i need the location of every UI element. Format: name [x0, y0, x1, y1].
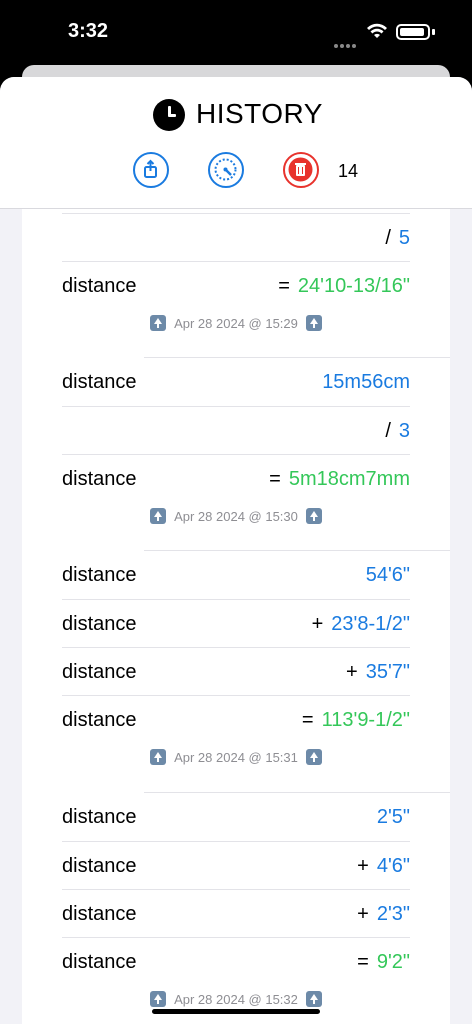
row-value-wrap: +35'7"	[346, 661, 410, 684]
history-count: 14	[338, 161, 359, 181]
row-value-wrap: = 5m18cm7mm	[269, 468, 410, 491]
row-value-wrap: +23'8-1/2"	[312, 613, 410, 636]
arrow-up-icon[interactable]	[150, 749, 167, 765]
row-label: distance	[62, 709, 137, 731]
list-item[interactable]: distance 2'5"	[62, 793, 410, 841]
list-item[interactable]: distance 54'6"	[62, 551, 410, 599]
page-title: HISTORY	[196, 98, 323, 129]
list-item[interactable]: distance +2'3"	[62, 889, 410, 937]
row-result: 113'9-1/2"	[321, 709, 410, 731]
row-value: 4'6"	[376, 855, 410, 877]
row-value: 35'7"	[365, 661, 410, 683]
row-label: distance	[62, 661, 137, 683]
history-header: HISTORY 14	[0, 77, 472, 209]
share-button[interactable]	[133, 152, 169, 188]
operator: +	[357, 855, 369, 877]
arrow-up-icon[interactable]	[305, 749, 322, 765]
delete-button[interactable]	[283, 152, 319, 188]
timestamp: Apr 28 2024 @ 15:29	[174, 315, 298, 331]
row-result: 9'2"	[376, 951, 410, 973]
gauge-icon	[214, 158, 237, 181]
row-value: 2'5"	[376, 806, 410, 828]
operator: +	[311, 613, 324, 635]
timestamp: Apr 28 2024 @ 15:30	[174, 508, 298, 524]
status-time: 3:32	[68, 20, 109, 42]
row-label: distance	[62, 903, 137, 925]
row-label: distance	[62, 855, 137, 877]
row-label: distance	[62, 275, 137, 297]
history-sheet: HISTORY 14 / 5 distance = 24'10-13/16" A…	[0, 77, 472, 1024]
row-value-wrap: /3	[385, 420, 410, 443]
row-label: distance	[62, 613, 137, 635]
operator: /	[385, 227, 391, 249]
list-item[interactable]: distance 15m56cm	[62, 358, 410, 406]
operator: =	[301, 709, 314, 731]
arrow-up-icon[interactable]	[150, 991, 167, 1007]
trash-icon	[288, 157, 313, 182]
row-label: distance	[62, 468, 137, 490]
row-value: 15m56cm	[322, 371, 410, 393]
list-item[interactable]: distance +4'6"	[62, 841, 410, 889]
row-label: distance	[62, 371, 137, 393]
list-item[interactable]: distance = 113'9-1/2"	[62, 695, 410, 743]
list-item[interactable]: distance = 24'10-13/16"	[62, 261, 410, 309]
operator: +	[357, 903, 369, 925]
list-item[interactable]: distance +35'7"	[62, 647, 410, 695]
list-item[interactable]: distance = 9'2"	[62, 937, 410, 985]
operator: =	[269, 468, 281, 490]
operator: +	[346, 661, 358, 683]
row-result: 5m18cm7mm	[288, 468, 410, 490]
row-value-wrap: = 24'10-13/16"	[278, 275, 410, 298]
row-value: 2'3"	[376, 903, 410, 925]
list-item[interactable]: /3	[62, 406, 410, 454]
operator: =	[357, 951, 369, 973]
timestamp: Apr 28 2024 @ 15:32	[174, 991, 298, 1007]
row-value-wrap: 54'6"	[366, 564, 410, 587]
row-value: 23'8-1/2"	[331, 613, 410, 635]
row-label: distance	[62, 806, 137, 828]
list-item[interactable]: /5	[62, 213, 410, 261]
list-item[interactable]: distance +23'8-1/2"	[62, 599, 410, 647]
row-value: 54'6"	[365, 564, 410, 586]
row-value-wrap: +2'3"	[357, 903, 410, 926]
arrow-up-icon[interactable]	[305, 508, 322, 524]
timestamp: Apr 28 2024 @ 15:31	[174, 749, 298, 765]
timestamp-row: Apr 28 2024 @ 15:31	[22, 749, 450, 779]
row-label: distance	[62, 951, 137, 973]
arrow-up-icon[interactable]	[150, 508, 167, 524]
row-value-wrap: +4'6"	[357, 855, 410, 878]
row-label: distance	[62, 564, 137, 586]
arrow-up-icon[interactable]	[150, 315, 167, 331]
wifi-icon	[367, 23, 387, 38]
timestamp-row: Apr 28 2024 @ 15:29	[22, 315, 450, 345]
arrow-up-icon[interactable]	[305, 991, 322, 1007]
row-value-wrap: = 113'9-1/2"	[302, 709, 410, 732]
row-value: 3	[398, 420, 410, 442]
row-value-wrap: /5	[385, 227, 410, 250]
battery-icon	[396, 24, 430, 40]
clock-icon	[153, 99, 185, 131]
timestamp-row: Apr 28 2024 @ 15:32	[22, 991, 450, 1021]
row-value-wrap: 15m56cm	[322, 371, 410, 394]
history-list[interactable]: /5 distance = 24'10-13/16" Apr 28 2024 @ …	[22, 209, 450, 1024]
status-bar: 3:32	[0, 0, 472, 70]
row-result: 24'10-13/16"	[297, 275, 410, 297]
share-icon	[144, 159, 157, 178]
gauge-button[interactable]	[208, 152, 244, 188]
operator: /	[385, 420, 391, 442]
battery-tip	[432, 29, 435, 35]
arrow-up-icon[interactable]	[305, 315, 322, 331]
row-value: 5	[398, 227, 410, 249]
row-value-wrap: 2'5"	[377, 806, 410, 829]
home-indicator[interactable]	[152, 1009, 320, 1014]
timestamp-row: Apr 28 2024 @ 15:30	[22, 508, 450, 538]
operator: =	[278, 275, 290, 297]
signal-icon	[334, 35, 360, 48]
list-item[interactable]: distance = 5m18cm7mm	[62, 454, 410, 502]
row-value-wrap: = 9'2"	[357, 951, 410, 974]
